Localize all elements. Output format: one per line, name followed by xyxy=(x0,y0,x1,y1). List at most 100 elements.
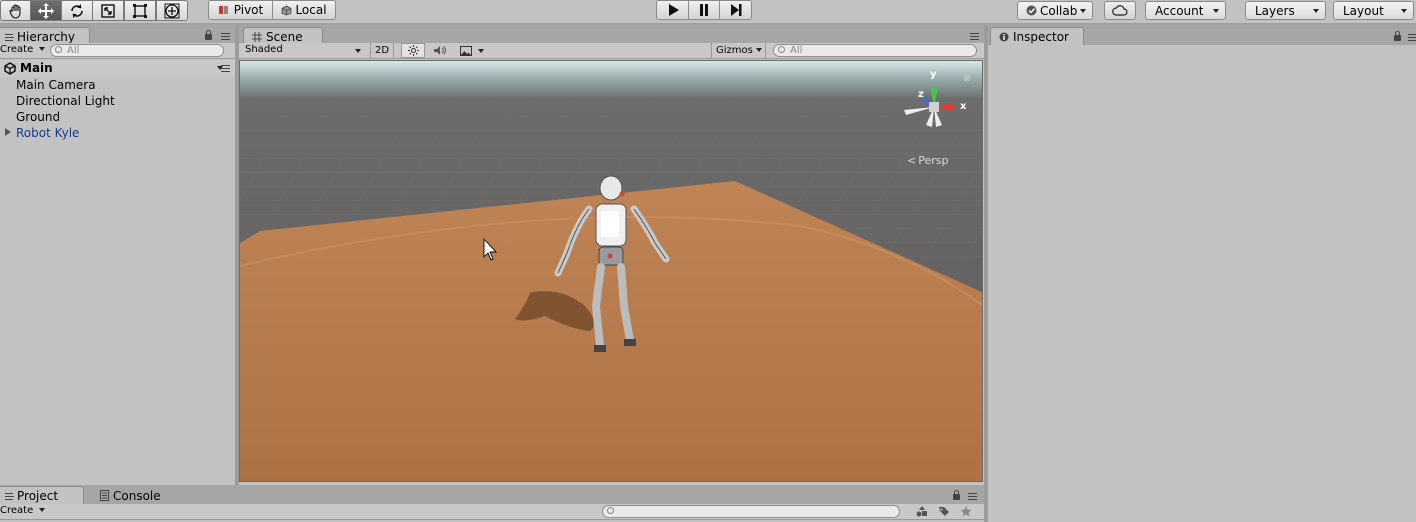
gizmo-z-label: z xyxy=(918,89,924,100)
lighting-toggle-button[interactable] xyxy=(401,43,425,58)
inspector-panel: Inspector xyxy=(988,25,1416,522)
expand-arrow-icon[interactable] xyxy=(5,128,11,136)
move-tool-button[interactable] xyxy=(30,0,62,21)
project-create-button[interactable]: Create xyxy=(0,505,46,516)
chevron-down-icon xyxy=(355,49,361,53)
lock-icon[interactable] xyxy=(205,30,212,40)
sun-icon xyxy=(407,45,419,56)
unity-logo-icon xyxy=(4,62,16,75)
gizmos-label: Gizmos xyxy=(716,45,753,56)
hierarchy-panel: Hierarchy Create All Main Main Camera Di… xyxy=(0,25,235,485)
search-icon xyxy=(607,507,614,514)
info-icon xyxy=(999,32,1009,42)
panel-menu-icon[interactable] xyxy=(968,493,977,500)
console-icon xyxy=(100,490,109,501)
tab-console[interactable]: Console xyxy=(92,486,172,504)
2d-toggle-button[interactable]: 2D xyxy=(370,43,394,58)
scene-name: Main xyxy=(20,61,53,75)
account-label: Account xyxy=(1155,3,1204,18)
rect-tool-button[interactable] xyxy=(124,0,156,21)
console-tab-label: Console xyxy=(113,488,161,503)
hierarchy-subbar: Create All xyxy=(0,43,235,59)
projection-label: Persp xyxy=(918,154,949,167)
scale-icon xyxy=(101,3,115,18)
chevron-down-icon xyxy=(1401,9,1407,13)
transform-tool-button[interactable] xyxy=(156,0,188,21)
move-icon xyxy=(38,2,54,19)
rotate-tool-button[interactable] xyxy=(61,0,93,21)
search-icon xyxy=(55,46,62,53)
hand-tool-button[interactable] xyxy=(0,0,32,21)
project-tab-label: Project xyxy=(17,489,59,503)
hierarchy-item-directional-light[interactable]: Directional Light xyxy=(16,93,115,109)
pivot-toggle[interactable]: Pivot xyxy=(208,0,273,20)
tab-project[interactable]: Project xyxy=(0,486,84,504)
pause-button[interactable] xyxy=(688,0,720,20)
filter-type-icon[interactable] xyxy=(916,506,928,517)
play-button[interactable] xyxy=(656,0,689,20)
hierarchy-item-ground[interactable]: Ground xyxy=(16,109,60,125)
panel-menu-icon[interactable] xyxy=(1408,34,1416,41)
scene-viewport[interactable]: y z x < Persp xyxy=(239,60,983,482)
effects-dropdown[interactable] xyxy=(455,43,489,58)
layers-dropdown[interactable]: Layers xyxy=(1245,1,1326,20)
scene-root-row[interactable]: Main xyxy=(0,60,235,77)
hierarchy-create-button[interactable]: Create xyxy=(0,44,46,55)
local-toggle[interactable]: Local xyxy=(272,0,336,20)
rect-transform-icon xyxy=(133,3,147,18)
project-tabbar: Project Console xyxy=(0,485,984,504)
pause-icon xyxy=(700,4,708,16)
inspector-tab-label: Inspector xyxy=(1013,30,1069,44)
hierarchy-item-robot-kyle[interactable]: Robot Kyle xyxy=(16,125,79,141)
scene-search-input[interactable]: All xyxy=(773,44,977,57)
step-button[interactable] xyxy=(719,0,752,20)
search-placeholder: All xyxy=(790,45,803,56)
panel-menu-icon[interactable] xyxy=(221,33,230,40)
chevron-down-icon xyxy=(478,48,484,53)
cloud-button[interactable] xyxy=(1104,1,1136,20)
collab-label: Collab xyxy=(1040,3,1078,18)
chevron-down-icon xyxy=(1213,9,1219,13)
hierarchy-tabbar: Hierarchy xyxy=(0,25,235,45)
scale-tool-button[interactable] xyxy=(92,0,124,21)
projection-toggle[interactable]: < Persp xyxy=(907,154,948,167)
account-dropdown[interactable]: Account xyxy=(1145,1,1226,20)
collab-dropdown[interactable]: Collab xyxy=(1017,1,1093,20)
chevron-down-icon xyxy=(39,47,46,51)
chevron-down-icon xyxy=(1080,9,1086,13)
transform-icon xyxy=(164,3,180,18)
create-label: Create xyxy=(0,505,34,516)
gizmos-dropdown[interactable]: Gizmos xyxy=(711,43,766,58)
step-icon xyxy=(730,4,741,16)
shading-mode-label: Shaded xyxy=(245,44,283,55)
chevron-down-icon xyxy=(39,508,46,512)
lock-icon[interactable] xyxy=(953,490,960,500)
project-panel: Project Console Create xyxy=(0,485,984,522)
audio-toggle-button[interactable] xyxy=(427,43,451,58)
inspector-tabbar: Inspector xyxy=(988,25,1416,45)
hierarchy-item-main-camera[interactable]: Main Camera xyxy=(16,77,96,93)
tab-inspector[interactable]: Inspector xyxy=(990,27,1084,45)
list-item: Ground xyxy=(16,110,61,124)
layout-dropdown[interactable]: Layout xyxy=(1333,1,1414,20)
shading-mode-dropdown[interactable]: Shaded xyxy=(245,44,363,58)
lock-icon[interactable] xyxy=(1394,31,1401,41)
hand-icon xyxy=(9,3,21,19)
layout-label: Layout xyxy=(1343,3,1384,18)
tag-icon[interactable] xyxy=(938,506,950,517)
grid-icon xyxy=(252,32,262,42)
list-icon xyxy=(5,33,14,41)
star-icon[interactable] xyxy=(960,506,972,517)
project-search-input[interactable] xyxy=(602,505,900,518)
list-icon xyxy=(5,492,14,500)
hierarchy-search-input[interactable]: All xyxy=(50,44,224,57)
search-placeholder: All xyxy=(67,45,80,56)
panel-menu-icon[interactable] xyxy=(970,33,979,40)
check-circle-icon xyxy=(1026,5,1037,16)
project-subbar: Create xyxy=(0,504,984,520)
image-icon xyxy=(460,45,472,56)
scene-subbar: Shaded 2D Gizmos All xyxy=(239,43,984,59)
scene-menu-icon[interactable] xyxy=(221,65,230,72)
chevron-left-icon: < xyxy=(907,154,917,167)
orientation-gizmo[interactable]: y z x xyxy=(896,65,976,145)
